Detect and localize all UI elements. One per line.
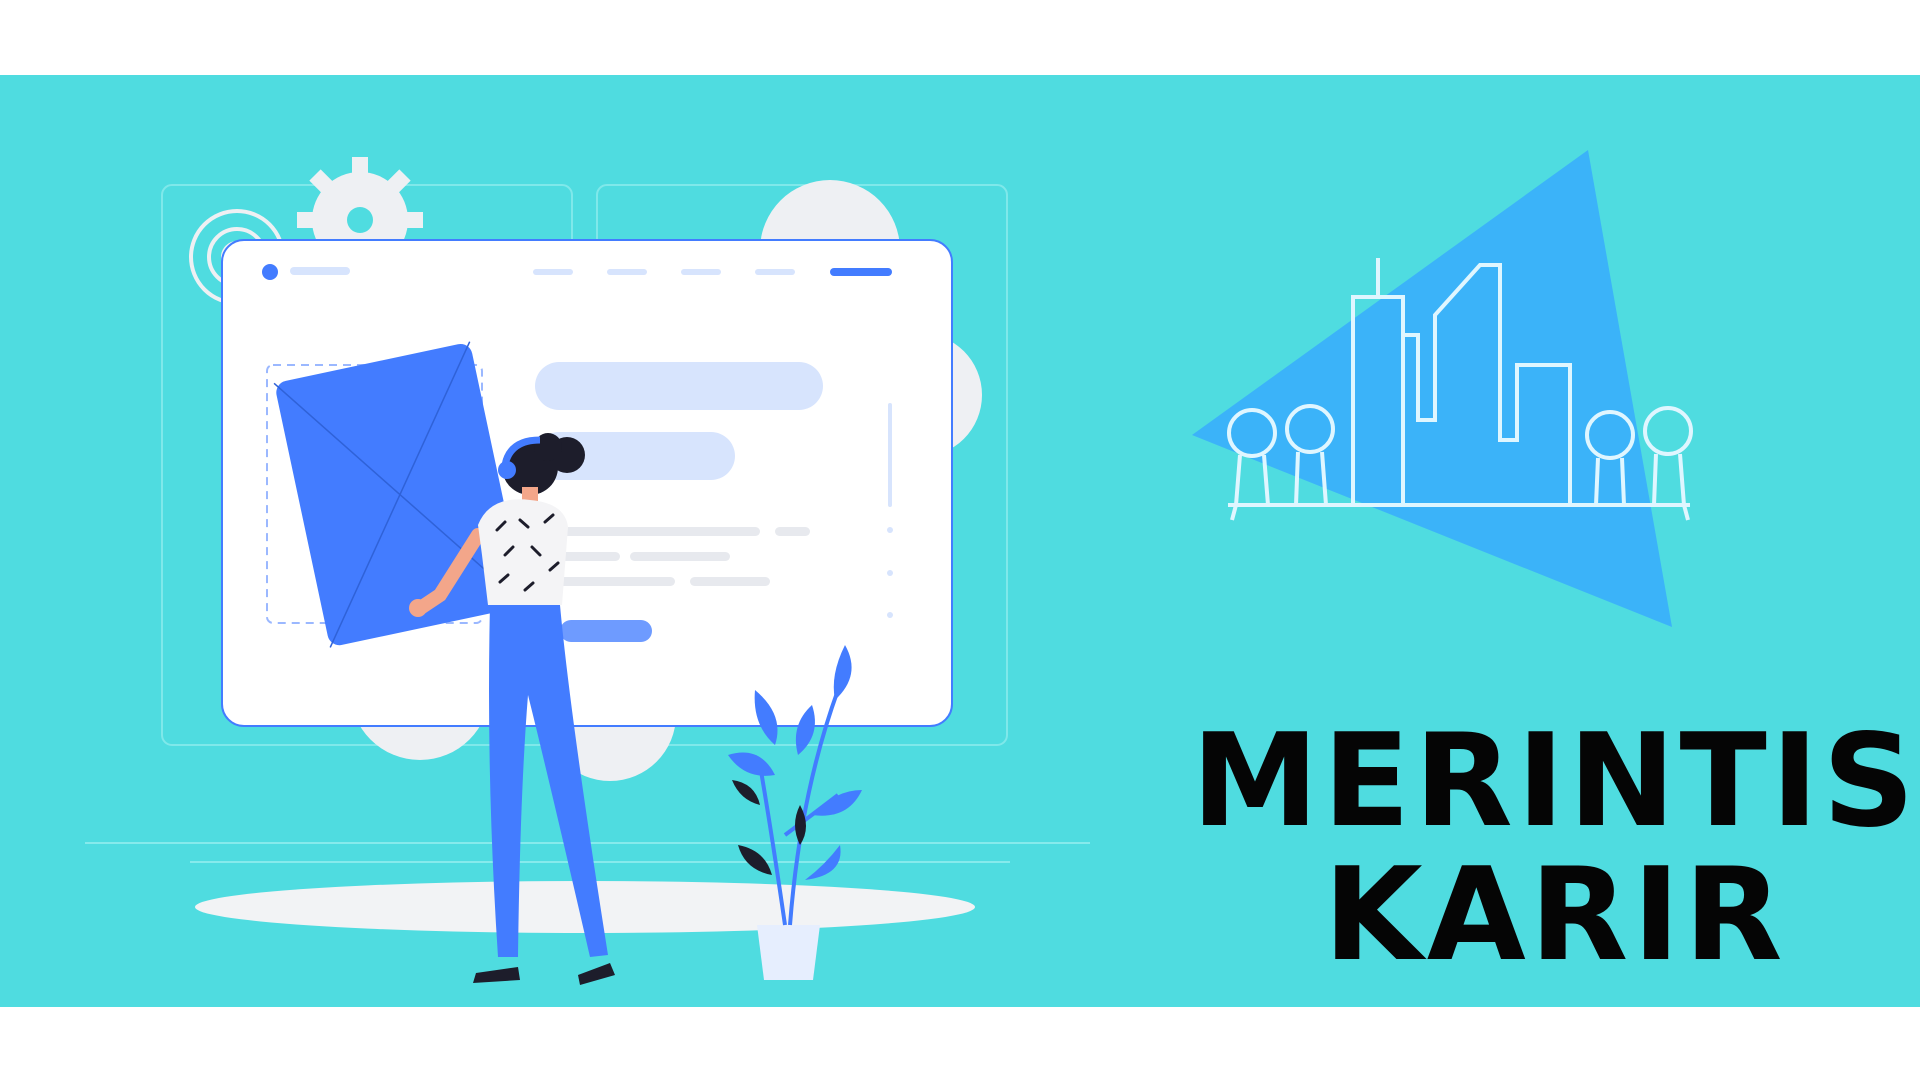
page-title: MERINTIS KARIR bbox=[1190, 715, 1920, 983]
logo-triangle bbox=[1192, 150, 1672, 627]
title-line-2: KARIR bbox=[1323, 841, 1787, 990]
browser-dot bbox=[262, 264, 278, 280]
banner: MERINTIS KARIR bbox=[0, 75, 1920, 1007]
title-line-1: MERINTIS bbox=[1191, 707, 1919, 856]
logo bbox=[1192, 150, 1693, 627]
